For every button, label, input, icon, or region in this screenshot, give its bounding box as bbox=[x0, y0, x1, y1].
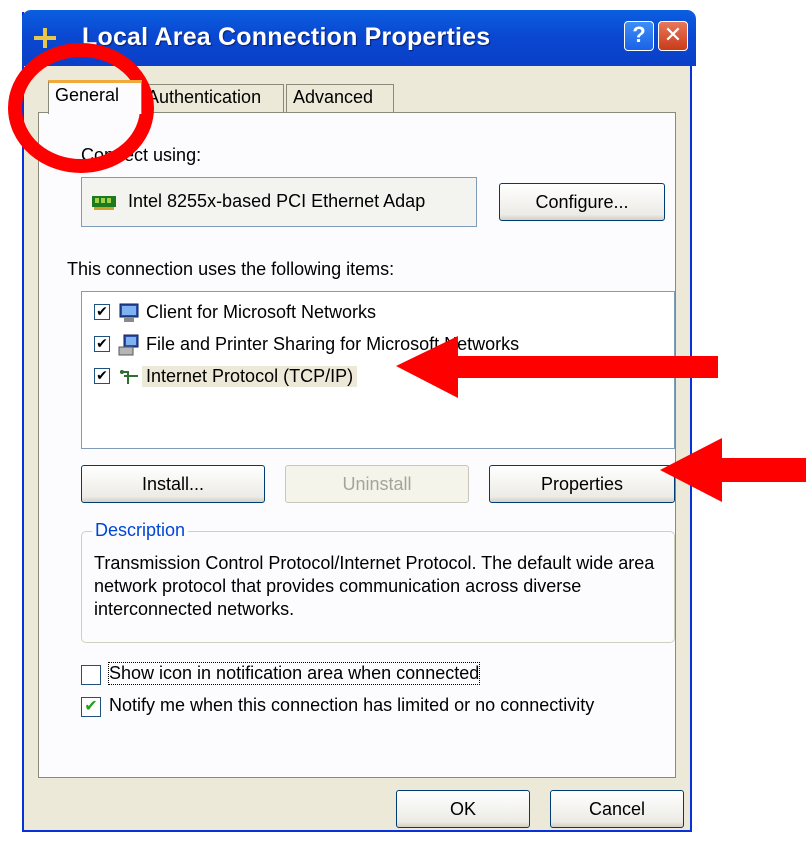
help-button[interactable]: ? bbox=[624, 21, 654, 51]
item-label: File and Printer Sharing for Microsoft N… bbox=[146, 334, 520, 354]
network-adapter-icon bbox=[92, 196, 116, 210]
connect-using-label: Connect using: bbox=[81, 145, 202, 165]
window-title: Local Area Connection Properties bbox=[82, 23, 491, 51]
item-checkbox[interactable]: ✔ bbox=[94, 336, 110, 352]
close-button[interactable]: ✕ bbox=[658, 21, 688, 51]
show-icon-checkbox[interactable] bbox=[81, 665, 101, 685]
item-label: Client for Microsoft Networks bbox=[146, 302, 377, 322]
title-bar[interactable]: Local Area Connection Properties ? ✕ bbox=[22, 10, 696, 66]
protocol-icon bbox=[120, 370, 138, 384]
show-icon-label[interactable]: Show icon in notification area when conn… bbox=[107, 662, 481, 685]
item-label: Internet Protocol (TCP/IP) bbox=[142, 366, 358, 387]
tab-general[interactable]: General bbox=[48, 80, 142, 114]
items-label: This connection uses the following items… bbox=[67, 259, 395, 279]
properties-dialog: Local Area Connection Properties ? ✕ Gen… bbox=[22, 10, 696, 832]
file-printer-sharing-icon bbox=[118, 334, 139, 356]
notify-checkbox[interactable]: ✔ bbox=[81, 697, 101, 717]
general-tab-panel: Connect using: Intel 8255x-based PCI Eth… bbox=[38, 112, 676, 778]
tab-advanced[interactable]: Advanced bbox=[286, 84, 394, 112]
configure-button[interactable]: Configure... bbox=[499, 183, 665, 221]
ok-button[interactable]: OK bbox=[396, 790, 530, 828]
adapter-field: Intel 8255x-based PCI Ethernet Adap bbox=[81, 177, 477, 227]
description-title: Description bbox=[92, 520, 189, 541]
notify-label[interactable]: Notify me when this connection has limit… bbox=[109, 695, 594, 716]
network-client-icon bbox=[119, 303, 139, 322]
network-connection-icon bbox=[34, 28, 56, 48]
uninstall-button[interactable]: Uninstall bbox=[285, 465, 469, 503]
components-list[interactable]: ✔ Client for Microsoft Networks ✔ File a… bbox=[81, 291, 675, 449]
cancel-button[interactable]: Cancel bbox=[550, 790, 684, 828]
description-text: Transmission Control Protocol/Internet P… bbox=[94, 553, 655, 619]
tab-authentication[interactable]: Authentication bbox=[140, 84, 284, 112]
install-button[interactable]: Install... bbox=[81, 465, 265, 503]
item-checkbox[interactable]: ✔ bbox=[94, 368, 110, 384]
properties-button[interactable]: Properties bbox=[489, 465, 675, 503]
adapter-name: Intel 8255x-based PCI Ethernet Adap bbox=[128, 191, 426, 211]
item-checkbox[interactable]: ✔ bbox=[94, 304, 110, 320]
description-group: Description Transmission Control Protoco… bbox=[81, 520, 675, 643]
